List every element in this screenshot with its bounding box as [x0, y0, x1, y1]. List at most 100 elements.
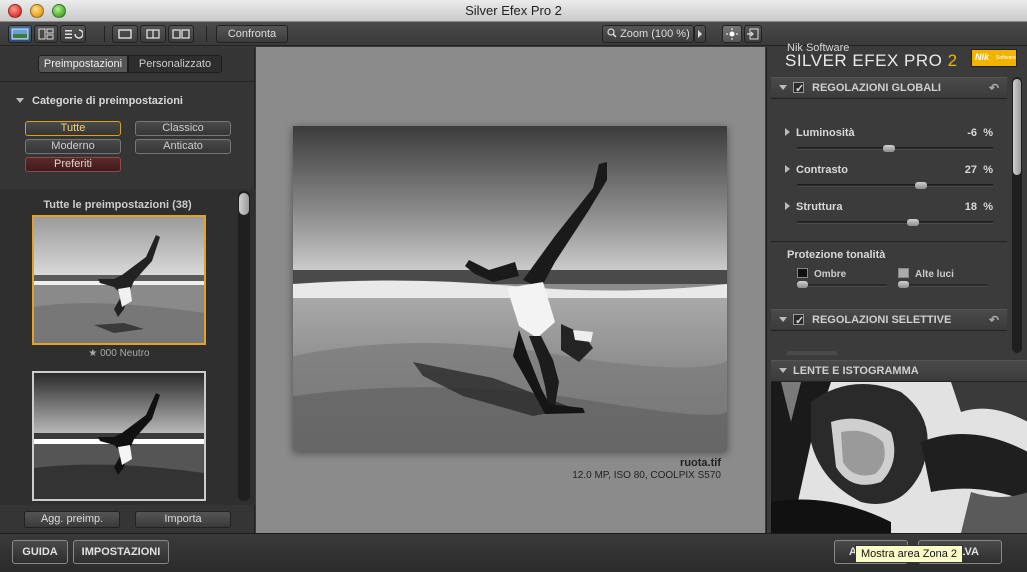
preset-list-scrollbar[interactable] [238, 191, 250, 501]
title-bar: Silver Efex Pro 2 [0, 0, 1027, 22]
history-button[interactable] [60, 25, 86, 43]
slider-knob[interactable] [906, 219, 919, 226]
selective-adjustments-title: REGOLAZIONI SELETTIVE [812, 314, 952, 326]
single-view-button[interactable] [8, 25, 32, 43]
scrollbar-thumb[interactable] [1013, 79, 1021, 175]
toolbar: Confronta Zoom (100 %) [0, 22, 1027, 46]
tab-presets[interactable]: Preimpostazioni [38, 55, 128, 73]
preset-label: ★ 000 Neutro [32, 348, 206, 359]
categories-header[interactable]: Categorie di preimpostazioni [16, 95, 183, 107]
preset-name: 000 Neutro [100, 348, 150, 359]
zoom-button[interactable]: Zoom (100 %) [602, 25, 694, 43]
zoom-options-button[interactable] [694, 25, 706, 43]
divider [0, 81, 255, 82]
brightness-slider[interactable]: Luminosità -6 % [785, 127, 993, 159]
preset-thumbnail-neutral[interactable] [32, 215, 206, 345]
contrast-label[interactable]: Contrasto [785, 164, 848, 176]
tooltip: Mostra area Zona 2 [855, 545, 963, 563]
compare-button[interactable]: Confronta [216, 25, 288, 43]
global-adjustments-header[interactable]: REGOLAZIONI GLOBALI ↶ [771, 77, 1007, 99]
slider-track[interactable] [797, 145, 993, 152]
percent-unit: % [983, 164, 993, 176]
loupe-histogram-title: LENTE E ISTOGRAMMA [793, 365, 919, 377]
brightness-label[interactable]: Luminosità [785, 127, 855, 139]
preview-image[interactable] [293, 126, 727, 451]
scrollbar-thumb[interactable] [239, 193, 249, 215]
contrast-slider[interactable]: Contrasto 27 % [785, 164, 993, 196]
nik-logo: Nik Software [971, 49, 1017, 67]
slider-knob[interactable] [797, 281, 808, 288]
expand-triangle-icon [785, 128, 790, 136]
slider-track[interactable] [797, 182, 993, 189]
slider-knob[interactable] [898, 281, 909, 288]
split-view-icon [38, 28, 54, 40]
collapse-triangle-icon [16, 98, 24, 103]
shadows-label: Ombre [797, 268, 846, 280]
help-button[interactable]: GUIDA [12, 540, 68, 564]
preset-thumbnail[interactable] [32, 371, 206, 501]
zoom-label: Zoom (100 %) [620, 28, 690, 40]
preset-preview-image [34, 373, 204, 499]
categories-title: Categorie di preimpostazioni [32, 95, 183, 107]
toolbar-separator [206, 26, 207, 42]
collapse-triangle-icon [779, 85, 787, 90]
reset-icon[interactable]: ↶ [989, 310, 999, 330]
search-icon [607, 28, 617, 38]
category-vintage-button[interactable]: Anticato [135, 139, 231, 154]
settings-button[interactable]: IMPOSTAZIONI [73, 540, 169, 564]
split-vertical-icon [146, 29, 160, 39]
slider-knob[interactable] [915, 182, 928, 189]
control-point-button[interactable] [787, 351, 837, 355]
split-view-button[interactable] [34, 25, 58, 43]
selective-adjustments-checkbox[interactable] [793, 311, 804, 331]
tonal-protection-title: Protezione tonalità [787, 249, 886, 261]
shadow-swatch [797, 268, 808, 278]
window-title: Silver Efex Pro 2 [465, 3, 562, 18]
expand-triangle-icon [785, 165, 790, 173]
collapse-triangle-icon [779, 368, 787, 373]
preview-area: ruota.tif 12.0 MP, ISO 80, COOLPIX S570 [256, 47, 765, 533]
category-modern-button[interactable]: Moderno [25, 139, 121, 154]
full-view-button[interactable] [112, 25, 138, 43]
reset-icon[interactable]: ↶ [989, 78, 999, 98]
logo-subtext: Software [996, 55, 1016, 61]
import-button[interactable]: Importa [135, 511, 231, 528]
loupe-zoomed-image [771, 382, 1027, 533]
highlight-swatch [898, 268, 909, 278]
structure-slider[interactable]: Struttura 18 % [785, 201, 993, 233]
tab-custom[interactable]: Personalizzato [128, 55, 222, 73]
presets-panel: Preimpostazioni Personalizzato Categorie… [0, 47, 255, 533]
preset-list: Tutte le preimpostazioni (38) ★ 000 Neut… [0, 189, 255, 505]
side-by-side-icon [172, 29, 190, 39]
export-icon [747, 28, 759, 40]
side-by-side-button[interactable] [168, 25, 194, 43]
preset-list-title: Tutte le preimpostazioni (38) [43, 199, 192, 211]
loupe-histogram-header[interactable]: LENTE E ISTOGRAMMA [771, 360, 1027, 382]
file-info: 12.0 MP, ISO 80, COOLPIX S570 [572, 470, 721, 481]
loupe-button[interactable] [722, 25, 742, 43]
file-name: ruota.tif [680, 457, 721, 469]
structure-label[interactable]: Struttura [785, 201, 842, 213]
brand-name: SILVER EFEX PRO [785, 51, 943, 70]
beach-photo [293, 126, 727, 451]
category-all-button[interactable]: Tutte [25, 121, 121, 136]
global-adjustments-title: REGOLAZIONI GLOBALI [812, 82, 941, 94]
add-preset-button[interactable]: Agg. preimp. [24, 511, 120, 528]
global-adjustments-checkbox[interactable] [793, 79, 804, 99]
category-favorites-button[interactable]: Preferiti [25, 157, 121, 172]
adjustments-scrollbar[interactable] [1012, 77, 1022, 353]
slider-track[interactable] [797, 219, 993, 226]
loupe-view[interactable] [771, 382, 1027, 533]
logo-text: Nik [975, 52, 990, 62]
divider [771, 241, 1007, 242]
category-classic-button[interactable]: Classico [135, 121, 231, 136]
adjustments-panel: Nik Software SILVER EFEX PRO 2 Nik Softw… [766, 42, 1027, 533]
split-vertical-button[interactable] [140, 25, 166, 43]
contrast-value: 27 [964, 164, 977, 176]
highlights-slider[interactable] [898, 281, 988, 288]
export-button[interactable] [744, 25, 762, 43]
slider-knob[interactable] [883, 145, 896, 152]
chevron-right-icon [698, 30, 702, 38]
selective-adjustments-header[interactable]: REGOLAZIONI SELETTIVE ↶ [771, 309, 1007, 331]
shadows-slider[interactable] [797, 281, 887, 288]
